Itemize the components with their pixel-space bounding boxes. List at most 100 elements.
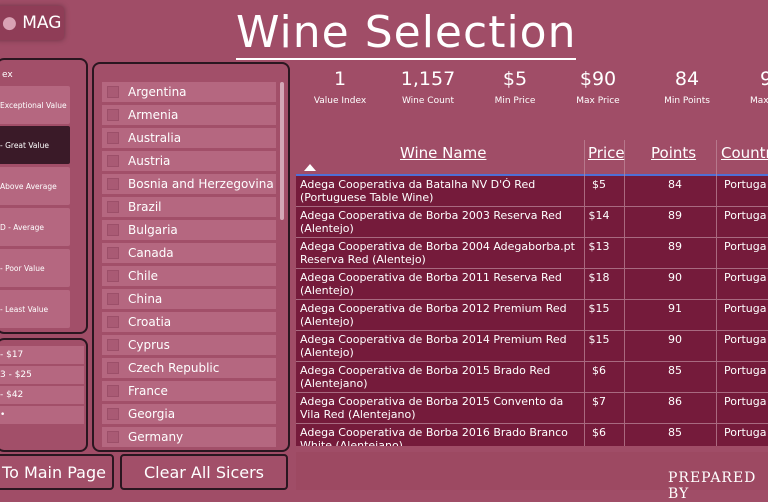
value-index-item-label: D - Average — [0, 222, 45, 232]
country-label: China — [128, 292, 163, 306]
country-item[interactable]: Bosnia and Herzegovina — [102, 174, 276, 194]
cell-points: 84 — [668, 178, 682, 191]
column-header-points[interactable]: Points — [651, 144, 696, 162]
checkbox-icon[interactable] — [107, 270, 119, 282]
kpi-card: $90 Max Price — [556, 64, 640, 106]
table-row[interactable]: Adega Cooperativa de Borba 2004 Adegabor… — [296, 238, 768, 269]
country-item[interactable]: Germany — [102, 427, 276, 447]
country-slicer-scrollbar[interactable] — [280, 82, 284, 220]
value-index-item[interactable]: Exceptional Value — [0, 86, 70, 124]
cell-country: Portuga — [724, 364, 767, 377]
country-label: Bulgaria — [128, 223, 178, 237]
country-label: Cyprus — [128, 338, 170, 352]
cell-points: 86 — [668, 395, 682, 408]
country-item[interactable]: Brazil — [102, 197, 276, 217]
table-row[interactable]: Adega Cooperativa de Borba 2015 Convento… — [296, 393, 768, 424]
value-index-item-label: - Great Value — [0, 140, 49, 150]
country-item[interactable]: Bulgaria — [102, 220, 276, 240]
kpi-value: 84 — [674, 68, 700, 90]
column-header-wine-name[interactable]: Wine Name — [400, 144, 486, 162]
cell-price: $15 — [588, 333, 610, 346]
cell-price: $13 — [588, 240, 610, 253]
cell-country: Portuga — [724, 209, 767, 222]
checkbox-icon[interactable] — [107, 247, 119, 259]
country-item[interactable]: Argentina — [102, 82, 276, 102]
checkbox-icon[interactable] — [107, 178, 119, 190]
value-index-item[interactable]: D - Average — [0, 208, 70, 246]
checkbox-icon[interactable] — [107, 362, 119, 374]
checkbox-icon[interactable] — [107, 155, 119, 167]
table-header: Wine Name Price Points Countr — [296, 140, 768, 176]
price-range-item[interactable]: • — [0, 406, 84, 424]
clear-slicers-button[interactable]: Clear All Sicers — [120, 454, 288, 490]
checkbox-icon[interactable] — [107, 316, 119, 328]
table-row[interactable]: Adega Cooperativa da Batalha NV D'Ó Red … — [296, 176, 768, 207]
country-item[interactable]: France — [102, 381, 276, 401]
table-row[interactable]: Adega Cooperativa de Borba 2016 Brado Br… — [296, 424, 768, 446]
column-header-price[interactable]: Price — [588, 144, 625, 162]
cell-points: 90 — [668, 333, 682, 346]
country-label: Croatia — [128, 315, 172, 329]
cell-price: $14 — [588, 209, 610, 222]
checkbox-icon[interactable] — [107, 201, 119, 213]
prepared-by-text: PREPARED BY — [668, 470, 757, 502]
sort-ascending-icon[interactable] — [304, 164, 316, 171]
checkbox-icon[interactable] — [107, 132, 119, 144]
kpi-label: Value Index — [313, 96, 367, 106]
value-index-item[interactable]: - Poor Value — [0, 249, 70, 287]
country-item[interactable]: Cyprus — [102, 335, 276, 355]
checkbox-icon[interactable] — [107, 408, 119, 420]
country-item[interactable]: Armenia — [102, 105, 276, 125]
logo-mark-icon: ● — [2, 13, 17, 33]
cell-points: 91 — [668, 302, 682, 315]
checkbox-icon[interactable] — [107, 224, 119, 236]
table-row[interactable]: Adega Cooperativa de Borba 2014 Premium … — [296, 331, 768, 362]
checkbox-icon[interactable] — [107, 339, 119, 351]
table-row[interactable]: Adega Cooperativa de Borba 2003 Reserva … — [296, 207, 768, 238]
kpi-card: 1 Value Index — [298, 64, 382, 106]
country-item[interactable]: Croatia — [102, 312, 276, 332]
cell-country: Portuga — [724, 302, 767, 315]
cell-wine-name: Adega Cooperativa da Batalha NV D'Ó Red … — [300, 178, 536, 204]
cell-country: Portuga — [724, 178, 767, 191]
checkbox-icon[interactable] — [107, 431, 119, 443]
table-row[interactable]: Adega Cooperativa de Borba 2012 Premium … — [296, 300, 768, 331]
country-item[interactable]: China — [102, 289, 276, 309]
column-header-country[interactable]: Countr — [721, 144, 768, 162]
kpi-card: 84 Min Points — [645, 64, 729, 106]
price-range-slicer: - $17 3 - $25 - $42 • — [0, 338, 88, 452]
wine-table: Wine Name Price Points Countr Adega Coop… — [296, 140, 768, 446]
cell-price: $5 — [592, 178, 606, 191]
checkbox-icon[interactable] — [107, 385, 119, 397]
country-item[interactable]: Austria — [102, 151, 276, 171]
cell-country: Portuga — [724, 395, 767, 408]
main-page-button[interactable]: To Main Page — [0, 454, 114, 490]
cell-wine-name: Adega Cooperativa de Borba 2014 Premium … — [300, 333, 567, 359]
value-index-item-label: Exceptional Value — [0, 100, 67, 110]
kpi-label: Min Points — [664, 96, 710, 106]
country-item[interactable]: Australia — [102, 128, 276, 148]
country-label: Germany — [128, 430, 184, 444]
value-index-item-selected[interactable]: - Great Value — [0, 126, 70, 164]
kpi-panel: 1 Value Index 1,157 Wine Count $5 Min Price… — [296, 64, 768, 136]
country-item[interactable]: Canada — [102, 243, 276, 263]
price-range-item[interactable]: - $17 — [0, 346, 84, 364]
value-index-item[interactable]: - Least Value — [0, 290, 70, 328]
value-index-item[interactable]: Above Average — [0, 167, 70, 205]
cell-price: $18 — [588, 271, 610, 284]
country-item[interactable]: Chile — [102, 266, 276, 286]
checkbox-icon[interactable] — [107, 109, 119, 121]
logo-text: MAG — [22, 13, 62, 33]
cell-price: $15 — [588, 302, 610, 315]
cell-points: 89 — [668, 209, 682, 222]
country-item[interactable]: Georgia — [102, 404, 276, 424]
table-row[interactable]: Adega Cooperativa de Borba 2015 Brado Re… — [296, 362, 768, 393]
cell-price: $6 — [592, 364, 606, 377]
price-range-item[interactable]: 3 - $25 — [0, 366, 84, 384]
cell-country: Portuga — [724, 271, 767, 284]
table-row[interactable]: Adega Cooperativa de Borba 2011 Reserva … — [296, 269, 768, 300]
country-item[interactable]: Czech Republic — [102, 358, 276, 378]
checkbox-icon[interactable] — [107, 293, 119, 305]
checkbox-icon[interactable] — [107, 86, 119, 98]
price-range-item[interactable]: - $42 — [0, 386, 84, 404]
